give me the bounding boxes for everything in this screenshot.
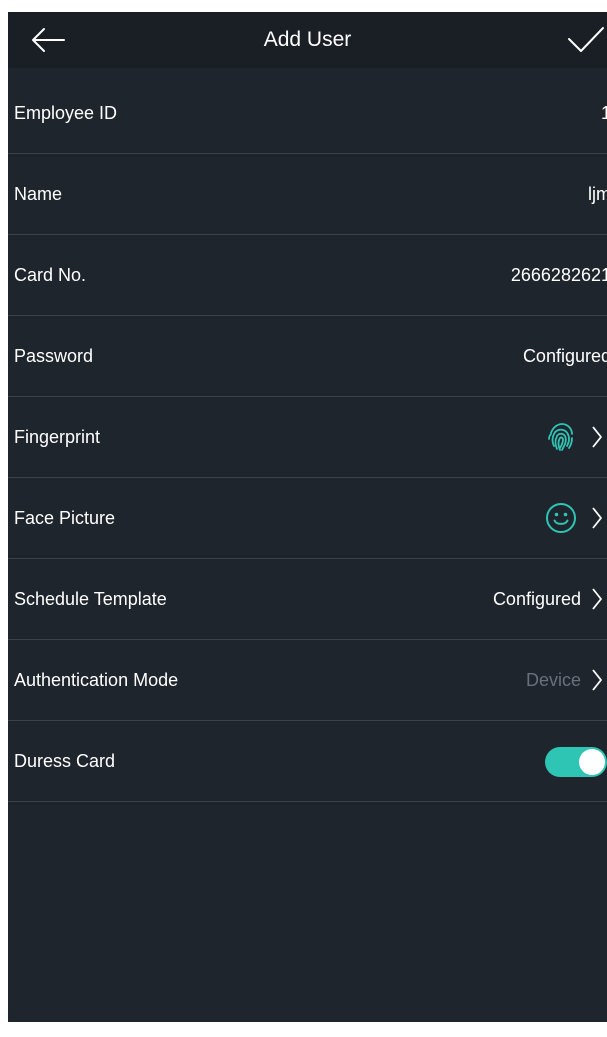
chevron-right-icon bbox=[592, 426, 602, 448]
password-row[interactable]: Password Configured bbox=[8, 316, 607, 397]
confirm-button[interactable] bbox=[563, 24, 607, 56]
fingerprint-row[interactable]: Fingerprint bbox=[8, 397, 607, 478]
employee-id-label: Employee ID bbox=[14, 103, 118, 123]
face-picture-label: Face Picture bbox=[14, 508, 116, 528]
schedule-template-label: Schedule Template bbox=[14, 589, 167, 609]
chevron-right-icon bbox=[592, 588, 602, 610]
header-bar: Add User bbox=[8, 12, 607, 68]
duress-card-toggle[interactable] bbox=[545, 747, 607, 777]
authentication-mode-row[interactable]: Authentication Mode Device bbox=[8, 640, 607, 721]
chevron-right-icon bbox=[592, 507, 602, 529]
checkmark-icon bbox=[568, 27, 604, 52]
card-no-label: Card No. bbox=[14, 265, 87, 285]
add-user-screen: Add User Employee ID 1 Name ljm Card No.… bbox=[8, 12, 607, 1022]
employee-id-value: 1 bbox=[600, 103, 607, 123]
face-picture-row[interactable]: Face Picture bbox=[8, 478, 607, 559]
smiley-face-icon bbox=[545, 502, 577, 534]
name-label: Name bbox=[14, 184, 63, 204]
employee-id-row[interactable]: Employee ID 1 bbox=[8, 73, 607, 154]
authentication-mode-label: Authentication Mode bbox=[14, 670, 179, 690]
duress-card-row: Duress Card bbox=[8, 721, 607, 802]
name-value: ljm bbox=[588, 184, 607, 204]
page-title: Add User bbox=[263, 28, 352, 51]
schedule-template-value: Configured bbox=[492, 589, 581, 609]
fingerprint-icon bbox=[545, 421, 577, 453]
schedule-template-row[interactable]: Schedule Template Configured bbox=[8, 559, 607, 640]
password-value: Configured bbox=[522, 346, 607, 366]
toggle-knob bbox=[579, 749, 605, 775]
fingerprint-label: Fingerprint bbox=[14, 427, 101, 447]
duress-card-label: Duress Card bbox=[14, 751, 116, 771]
card-no-row[interactable]: Card No. 2666282621 bbox=[8, 235, 607, 316]
authentication-mode-value: Device bbox=[525, 670, 581, 690]
card-no-value: 2666282621 bbox=[510, 265, 607, 285]
name-row[interactable]: Name ljm bbox=[8, 154, 607, 235]
chevron-right-icon bbox=[592, 669, 602, 691]
user-form-list: Employee ID 1 Name ljm Card No. 26662826… bbox=[8, 73, 607, 802]
password-label: Password bbox=[14, 346, 94, 366]
